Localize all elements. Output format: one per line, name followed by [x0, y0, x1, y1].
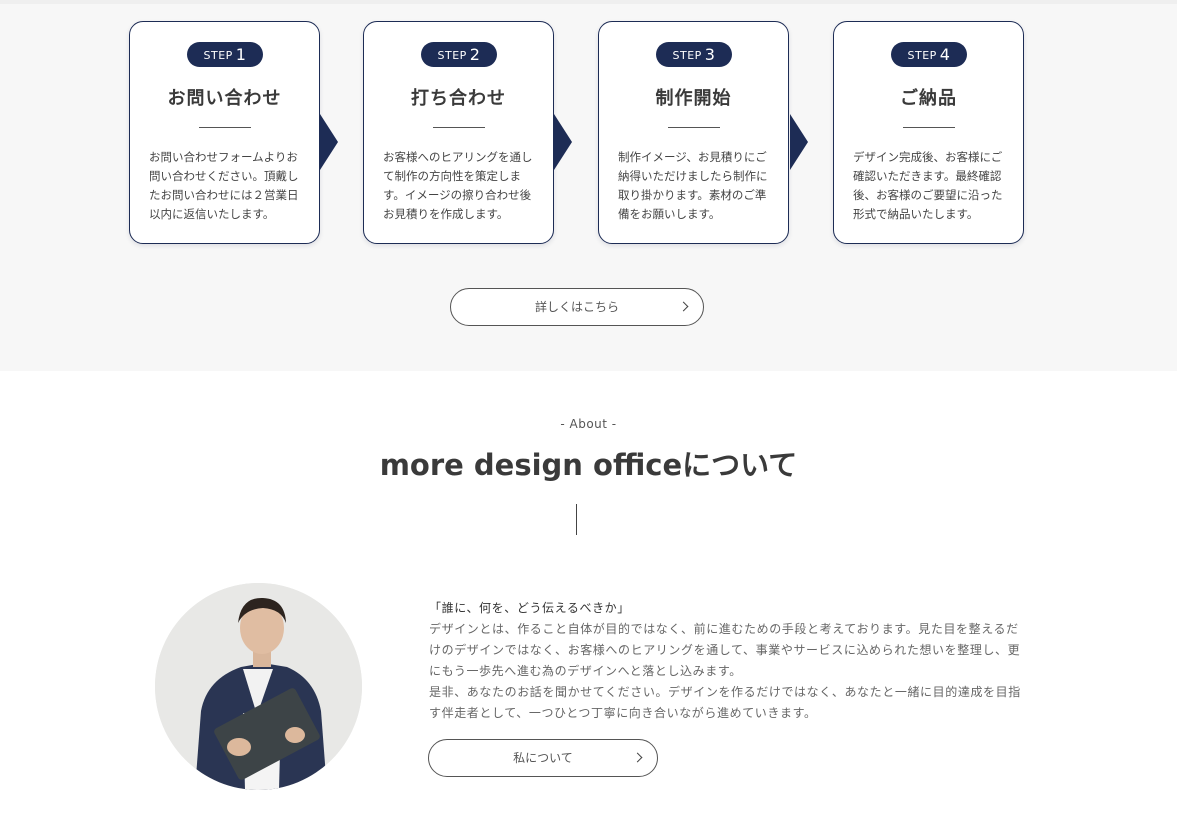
flow-details-button[interactable]: 詳しくはこちら — [450, 288, 704, 326]
step-number: 2 — [469, 45, 481, 64]
step-title: 打ち合わせ — [411, 88, 506, 109]
step-divider — [199, 127, 251, 128]
top-divider — [0, 0, 1177, 4]
step-description: デザイン完成後、お客様にご確認いただきます。最終確認後、お客様のご要望に沿った形… — [853, 150, 1003, 221]
step-description: 制作イメージ、お見積りにご納得いただけましたら制作に取り掛かります。素材のご準備… — [618, 150, 768, 221]
step-badge-label: STEP — [203, 49, 233, 62]
about-eyebrow: - About - — [560, 417, 617, 431]
profile-photo — [155, 583, 362, 790]
about-me-button-label: 私について — [513, 751, 573, 765]
about-paragraph-1: デザインとは、作ること自体が目的ではなく、前に進むための手段と考えております。見… — [429, 622, 1021, 678]
about-quote: 「誰に、何を、どう伝えるべきか」 — [429, 601, 630, 615]
about-text: 「誰に、何を、どう伝えるべきか」 デザインとは、作ること自体が目的ではなく、前に… — [429, 598, 1029, 724]
step-number: 4 — [939, 45, 951, 64]
triangle-right-icon — [554, 114, 572, 170]
about-me-button[interactable]: 私について — [428, 739, 658, 777]
about-paragraph-2: 是非、あなたのお話を聞かせてください。デザインを作るだけではなく、あなたと一緒に… — [429, 685, 1021, 720]
step-badge: STEP 3 — [656, 42, 732, 67]
step-badge: STEP 1 — [187, 42, 263, 67]
triangle-right-icon — [790, 114, 808, 170]
step-description: お問い合わせフォームよりお問い合わせください。頂戴したお問い合わせには２営業日以… — [149, 150, 299, 221]
step-divider — [433, 127, 485, 128]
step-title: ご納品 — [900, 88, 957, 109]
flow-section: STEP 1 お問い合わせ お問い合わせフォームよりお問い合わせください。頂戴した… — [0, 0, 1177, 371]
step-badge-label: STEP — [437, 49, 467, 62]
step-card-4: STEP 4 ご納品 デザイン完成後、お客様にご確認いただきます。最終確認後、お客… — [833, 21, 1024, 244]
step-description: お客様へのヒアリングを通して制作の方向性を策定します。イメージの擦り合わせ後お見… — [383, 150, 533, 221]
step-badge: STEP 4 — [891, 42, 967, 67]
step-badge: STEP 2 — [421, 42, 497, 67]
step-divider — [668, 127, 720, 128]
step-divider — [903, 127, 955, 128]
step-card-3: STEP 3 制作開始 制作イメージ、お見積りにご納得いただけましたら制作に取り掛… — [598, 21, 789, 244]
about-heading: more design officeについて — [379, 448, 798, 482]
step-number: 3 — [704, 45, 716, 64]
step-badge-label: STEP — [907, 49, 937, 62]
triangle-right-icon — [320, 114, 338, 170]
step-badge-label: STEP — [672, 49, 702, 62]
person-illustration — [155, 583, 362, 790]
flow-details-button-label: 詳しくはこちら — [534, 300, 619, 314]
step-card-2: STEP 2 打ち合わせ お客様へのヒアリングを通して制作の方向性を策定します。イ… — [363, 21, 554, 244]
heading-divider — [576, 504, 577, 535]
step-title: お問い合わせ — [167, 88, 282, 109]
step-number: 1 — [235, 45, 247, 64]
step-title: 制作開始 — [655, 88, 732, 109]
step-card-1: STEP 1 お問い合わせ お問い合わせフォームよりお問い合わせください。頂戴した… — [129, 21, 320, 244]
